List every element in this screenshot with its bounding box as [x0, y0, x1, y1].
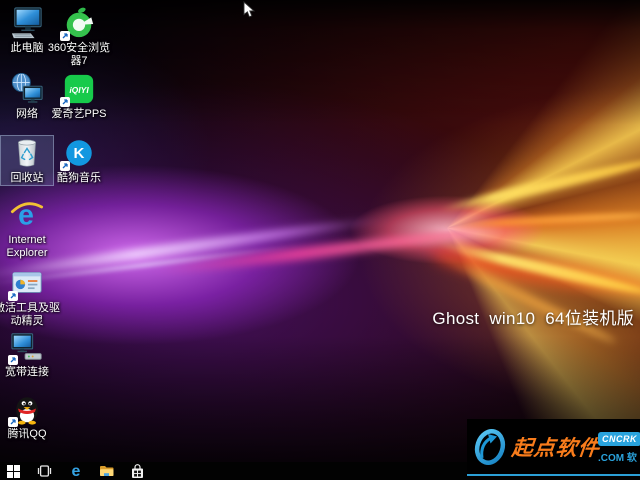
broadband-icon [10, 330, 44, 364]
watermark-site-name: 起点软件 [510, 432, 601, 462]
start-button[interactable] [6, 463, 21, 479]
desktop-icon-360-browser[interactable]: 360安全浏览器7 [53, 6, 105, 68]
edge-taskbar-button[interactable]: e [68, 463, 83, 479]
recycle-bin-icon [10, 136, 44, 170]
360-browser-icon [62, 6, 96, 40]
kugou-icon: K [62, 136, 96, 170]
desktop-icon-label: 爱奇艺PPS [44, 108, 114, 121]
task-view-button[interactable] [37, 463, 52, 479]
shortcut-arrow-icon [60, 97, 70, 107]
desktop-icon-label: 宽带连接 [0, 366, 62, 379]
desktop-icon-label: Internet Explorer [0, 234, 62, 260]
desktop-icon-label: 酷狗音乐 [44, 172, 114, 185]
shortcut-arrow-icon [60, 31, 70, 41]
desktop-icon-internet-explorer[interactable]: e Internet Explorer [1, 198, 53, 260]
watermark-domain-block: CNCRK .COM 软 [598, 429, 640, 464]
shortcut-arrow-icon [60, 161, 70, 171]
internet-explorer-icon: e [10, 198, 44, 232]
store-icon [131, 464, 144, 479]
desktop-icon-label: 腾讯QQ [0, 428, 62, 441]
this-pc-icon [10, 6, 44, 40]
iqiyi-icon: iQIYI [62, 72, 96, 106]
svg-text:e: e [71, 463, 80, 479]
desktop-icon-label: 360安全浏览器7 [44, 42, 114, 68]
file-explorer-icon [99, 465, 114, 477]
desktop-screen: Ghost win10 64位装机版 此电脑 [0, 0, 640, 480]
edge-icon: e [69, 463, 83, 479]
desktop-icon-label: 激活工具及驱动精灵 [0, 302, 62, 328]
desktop-icon-kugou-music[interactable]: K 酷狗音乐 [53, 136, 105, 185]
svg-text:iQIYI: iQIYI [69, 85, 89, 95]
os-edition-text: Ghost win10 64位装机版 [432, 304, 634, 329]
task-view-icon [37, 465, 52, 477]
shortcut-arrow-icon [8, 355, 18, 365]
network-icon [10, 72, 44, 106]
svg-text:K: K [74, 145, 85, 162]
cncrk-badge: CNCRK [598, 432, 640, 446]
store-taskbar-button[interactable] [130, 463, 145, 479]
mouse-cursor-icon [243, 1, 255, 19]
file-explorer-taskbar-button[interactable] [99, 463, 114, 479]
desktop-icon-tencent-qq[interactable]: 腾讯QQ [1, 392, 53, 441]
windows-logo-icon [7, 465, 20, 478]
desktop-icon-iqiyi-pps[interactable]: iQIYI 爱奇艺PPS [53, 72, 105, 121]
desktop-icon-activation-tools[interactable]: 激活工具及驱动精灵 [1, 266, 53, 328]
activation-tools-icon [10, 266, 44, 300]
qidian-logo-icon [472, 426, 508, 468]
watermark-banner: 起点软件 CNCRK .COM 软 [467, 419, 640, 476]
shortcut-arrow-icon [8, 291, 18, 301]
desktop-icon-broadband[interactable]: 宽带连接 [1, 330, 53, 379]
shortcut-arrow-icon [8, 417, 18, 427]
qq-penguin-icon [10, 392, 44, 426]
cncrk-domain: .COM 软 [598, 449, 640, 464]
